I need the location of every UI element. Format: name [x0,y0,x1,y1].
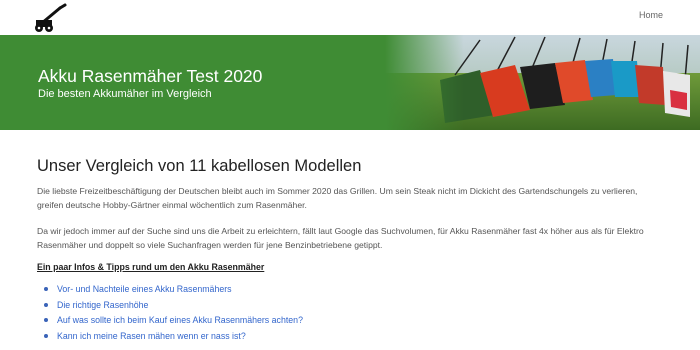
top-navbar: Home [0,0,700,35]
lawnmower-logo-icon[interactable] [34,3,70,33]
toc-item: Kann ich meine Rasen mähen wenn er nass … [44,329,303,345]
toc-link-pros-cons[interactable]: Vor- und Nachteile eines Akku Rasenmäher… [57,284,232,294]
search-volume-paragraph: Da wir jedoch immer auf der Suche sind u… [37,226,644,250]
main-content: Unser Vergleich von 11 kabellosen Modell… [0,130,670,350]
tips-heading: Ein paar Infos & Tipps rund um den Akku … [37,262,265,272]
intro-paragraph: Die liebste Freizeitbeschäftigung der De… [37,186,638,210]
hero-banner: Akku Rasenmäher Test 2020 Die besten Akk… [0,35,700,130]
bullet-icon [44,287,48,291]
bullet-icon [44,318,48,322]
hero-title: Akku Rasenmäher Test 2020 [38,66,263,86]
toc-link-buying-guide[interactable]: Auf was sollte ich beim Kauf eines Akku … [57,315,303,325]
table-of-contents: Vor- und Nachteile eines Akku Rasenmäher… [44,282,303,344]
section-heading: Unser Vergleich von 11 kabellosen Modell… [37,157,362,175]
bullet-icon [44,302,48,307]
hero-lawnmowers-photo [385,35,700,130]
toc-link-lawn-height[interactable]: Die richtige Rasenhöhe [57,300,148,310]
toc-item: Die richtige Rasenhöhe [44,298,303,314]
toc-link-wet-lawn[interactable]: Kann ich meine Rasen mähen wenn er nass … [57,331,246,341]
hero-subtitle: Die besten Akkumäher im Vergleich [38,88,212,100]
toc-item: Auf was sollte ich beim Kauf eines Akku … [44,313,303,329]
nav-home-link[interactable]: Home [639,10,663,20]
bullet-icon [44,333,48,338]
toc-item: Vor- und Nachteile eines Akku Rasenmäher… [44,282,303,298]
page-scrollbar[interactable] [670,130,700,350]
